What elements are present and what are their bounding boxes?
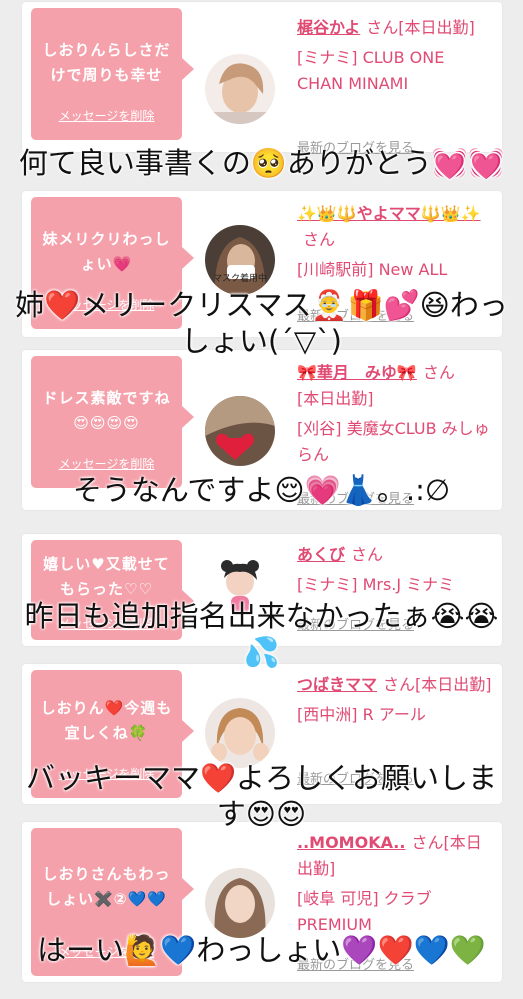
dark-haired-woman-photo-icon <box>205 225 275 295</box>
message-card: しおりんらしさだけで周りも幸せ メッセージを削除 梶谷かよ さん[本日出勤] [ミ… <box>22 2 502 156</box>
sender-info: ..MOMOKA.. さん[本日出勤] [岐阜 可児] クラブ PREMIUM <box>297 830 492 938</box>
shop-name: [西中洲] R アール <box>297 705 426 724</box>
caption-overlay: 何て良い事書くの🥺ありがとう💓💓 <box>0 145 523 181</box>
shop-name: [刈谷] 美魔女CLUB みしゅらん <box>297 419 490 464</box>
shop-name: [川崎駅前] New ALL <box>297 260 448 279</box>
avatar[interactable] <box>205 868 275 938</box>
message-text: しおりん❤️今週も宜しくね🍀 <box>40 699 173 742</box>
caption-overlay: 昨日も追加指名出来なかったぁ😭😭 💦 <box>0 598 523 670</box>
sender-info: あくび さん [ミナミ] Mrs.J ミナミ <box>297 542 492 598</box>
status-badge: [本日出勤] <box>398 18 475 37</box>
delete-message-link[interactable]: メッセージを削除 <box>31 455 182 472</box>
smiling-woman-photo-icon <box>205 698 275 768</box>
sender-name[interactable]: ✨👑🔱やよママ🔱👑✨ <box>297 204 481 223</box>
message-text: 妹メリクリわっしょい💗 <box>31 227 182 277</box>
avatar-caption: マスク着用中 <box>212 274 267 284</box>
message-text: しおりさんもわっしょい✖️②💙💙 <box>42 865 171 908</box>
honorific: さん <box>422 363 455 382</box>
avatar[interactable] <box>205 698 275 768</box>
long-haired-woman-photo-icon <box>205 868 275 938</box>
sender-info: ✨👑🔱やよママ🔱👑✨ さん [川崎駅前] New ALL <box>297 201 492 283</box>
heart-eyes-icon: 😍😍😍😍 <box>73 414 140 432</box>
shop-name: [ミナミ] CLUB ONE CHAN MINAMI <box>297 48 445 93</box>
message-text-body: ドレス素敵ですね <box>42 389 171 407</box>
honorific: さん <box>411 833 444 852</box>
shop-name: [ミナミ] Mrs.J ミナミ <box>297 575 455 594</box>
caption-overlay: 姉❤️メリークリスマス🤶🎁💕😆わっ しょい(´▽`) <box>0 287 523 359</box>
message-text: 嬉しい♥又載せてもらった♡♡ <box>43 555 170 598</box>
caption-line: はーい🙋💙わっしょい💜❤️💙💚 <box>37 933 486 967</box>
message-text-body: 妹メリクリわっしょい <box>42 230 171 273</box>
caption-line: 姉❤️メリークリスマス🤶🎁💕😆わっ <box>15 288 508 322</box>
message-text: しおりんらしさだけで周りも幸せ <box>42 41 171 84</box>
message-bubble: しおりんらしさだけで周りも幸せ メッセージを削除 <box>31 8 194 140</box>
caption-overlay: そうなんですよ😌💗👗。.:∅ <box>0 472 523 508</box>
caption-line: しょい(´▽`) <box>181 324 342 358</box>
sender-name[interactable]: ..MOMOKA.. <box>297 833 405 852</box>
avatar[interactable]: マスク着用中 <box>205 225 275 295</box>
sender-name[interactable]: 梶谷かよ <box>297 18 360 37</box>
status-badge: [本日出勤] <box>415 675 492 694</box>
shop-name: [岐阜 可児] クラブ PREMIUM <box>297 889 432 934</box>
status-badge: [本日出勤] <box>297 389 374 408</box>
sender-info: 梶谷かよ さん[本日出勤] [ミナミ] CLUB ONE CHAN MINAMI <box>297 15 492 97</box>
woman-with-red-heart-photo-icon <box>205 396 275 466</box>
caption-line: 💦 <box>243 635 280 669</box>
honorific: さん <box>303 230 336 249</box>
honorific: さん <box>351 545 384 564</box>
caption-line: す😍😍 <box>216 797 307 831</box>
caption-overlay: はーい🙋💙わっしょい💜❤️💙💚 <box>0 932 523 968</box>
delete-message-link[interactable]: メッセージを削除 <box>31 107 182 124</box>
sender-info: 🎀華月 みゆ🎀 さん [本日出勤] [刈谷] 美魔女CLUB みしゅらん <box>297 360 492 468</box>
caption-line: 昨日も追加指名出来なかったぁ😭😭 <box>24 599 499 633</box>
pink-heart-icon: 💗 <box>112 255 133 273</box>
avatar[interactable] <box>205 54 275 124</box>
sender-name[interactable]: つばきママ <box>297 675 377 694</box>
message-text: ドレス素敵ですね 😍😍😍😍 <box>31 386 182 436</box>
blonde-woman-photo-icon <box>205 54 275 124</box>
avatar[interactable] <box>205 396 275 466</box>
sender-name[interactable]: 🎀華月 みゆ🎀 <box>297 363 417 382</box>
honorific: さん <box>383 675 416 694</box>
caption-line: 何て良い事書くの🥺ありがとう💓💓 <box>18 146 505 180</box>
sender-name[interactable]: あくび <box>297 545 345 564</box>
caption-overlay: バッキーママ❤️よろしくお願いしま す😍😍 <box>0 760 523 832</box>
message-bubble: ドレス素敵ですね 😍😍😍😍 メッセージを削除 <box>31 356 194 488</box>
sender-info: つばきママ さん[本日出勤] [西中洲] R アール <box>297 672 492 728</box>
caption-line: バッキーママ❤️よろしくお願いしま <box>25 761 498 795</box>
caption-line: そうなんですよ😌💗👗。.:∅ <box>72 473 451 507</box>
honorific: さん <box>366 18 399 37</box>
